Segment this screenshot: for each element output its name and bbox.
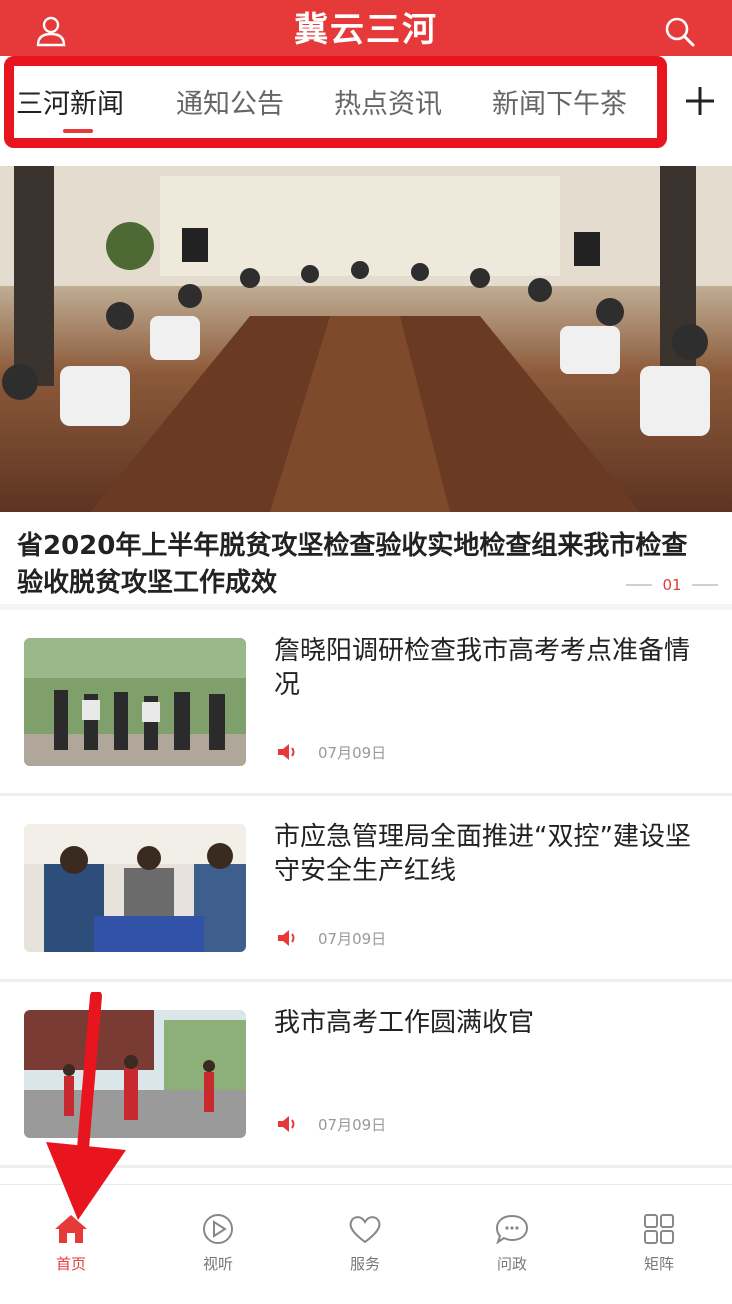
news-item[interactable]: 市应急管理局全面推进“双控”建设坚守安全生产红线 07月09日 <box>0 796 732 982</box>
indicator-dash-right <box>692 584 718 586</box>
annotation-arrow-icon <box>46 992 126 1220</box>
top-bar: 冀云三河 三河新闻 通知公告 热点资讯 新闻下午茶 <box>0 0 732 148</box>
carousel-index: 01 <box>662 576 682 594</box>
indicator-dash-left <box>626 584 652 586</box>
news-thumbnail[interactable] <box>24 638 246 766</box>
news-title[interactable]: 詹晓阳调研检查我市高考考点准备情况 <box>274 634 714 702</box>
nav-label-matrix: 矩阵 <box>643 1255 674 1273</box>
news-date: 07月09日 <box>318 1115 387 1134</box>
news-thumbnail[interactable] <box>24 824 246 952</box>
nav-services[interactable]: 服务 <box>320 1213 410 1283</box>
news-meta: 07月09日 <box>276 926 386 950</box>
chat-icon <box>495 1214 529 1245</box>
play-icon <box>203 1214 233 1244</box>
search-icon[interactable] <box>662 14 696 48</box>
news-date: 07月09日 <box>318 929 387 948</box>
speaker-icon <box>278 1116 295 1132</box>
nav-inquiry[interactable]: 问政 <box>467 1213 557 1283</box>
plus-icon[interactable] <box>682 78 718 124</box>
channel-tabs: 三河新闻 通知公告 热点资讯 新闻下午茶 <box>0 56 732 148</box>
grid-icon <box>644 1214 674 1244</box>
nav-label-inquiry: 问政 <box>496 1255 527 1273</box>
user-icon[interactable] <box>34 14 68 48</box>
heart-icon <box>349 1216 381 1244</box>
news-item[interactable]: 詹晓阳调研检查我市高考考点准备情况 07月09日 <box>0 610 732 796</box>
hero-caption[interactable]: 省2020年上半年脱贫攻坚检查验收实地检查组来我市检查验收脱贫攻坚工作成效 01 <box>0 512 732 608</box>
news-title[interactable]: 我市高考工作圆满收官 <box>274 1006 714 1040</box>
news-title[interactable]: 市应急管理局全面推进“双控”建设坚守安全生产红线 <box>274 820 714 888</box>
news-date: 07月09日 <box>318 743 387 762</box>
hero-image[interactable] <box>0 166 732 512</box>
speaker-icon <box>278 744 295 760</box>
hero-title[interactable]: 省2020年上半年脱贫攻坚检查验收实地检查组来我市检查验收脱贫攻坚工作成效 <box>17 528 707 602</box>
nav-label-home: 首页 <box>55 1255 86 1273</box>
nav-matrix[interactable]: 矩阵 <box>614 1213 704 1283</box>
app-title: 冀云三河 <box>294 9 438 50</box>
tab-afternoon-tea[interactable]: 新闻下午茶 <box>492 82 627 122</box>
news-meta: 07月09日 <box>276 1112 386 1136</box>
carousel-indicator: 01 <box>626 574 718 596</box>
nav-label-services: 服务 <box>349 1255 380 1273</box>
nav-media[interactable]: 视听 <box>173 1213 263 1283</box>
tab-hot-news[interactable]: 热点资讯 <box>334 82 442 122</box>
news-meta: 07月09日 <box>276 740 386 764</box>
tab-sanhe-news[interactable]: 三河新闻 <box>16 82 124 122</box>
nav-label-media: 视听 <box>202 1255 233 1273</box>
tab-notices[interactable]: 通知公告 <box>176 82 284 122</box>
speaker-icon <box>278 930 295 946</box>
active-tab-indicator <box>63 129 93 133</box>
